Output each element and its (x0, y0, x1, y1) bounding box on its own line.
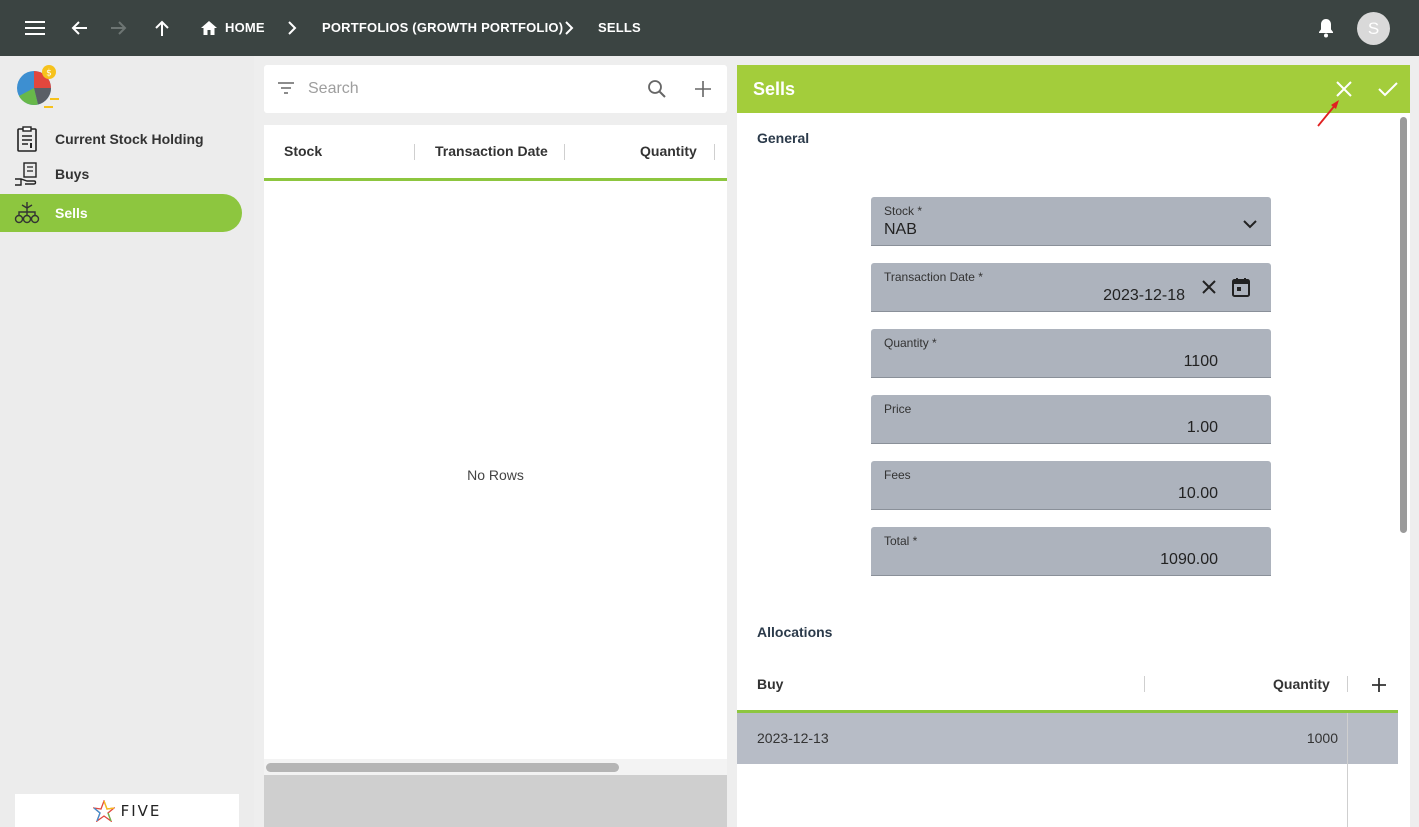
form-title: Sells (753, 79, 796, 99)
sidebar-item-current-stock-holding[interactable]: Current Stock Holding (0, 120, 242, 158)
alloc-quantity-cell: 1000 (1306, 730, 1338, 746)
home-icon[interactable] (193, 12, 225, 44)
field-label: Quantity * (884, 336, 937, 350)
five-logo-text: FIVE (120, 801, 162, 820)
total-value: 1090.00 (1160, 551, 1218, 568)
column-separator[interactable] (714, 144, 715, 160)
allocations-grid-header: Buy Quantity (737, 665, 1398, 713)
chevron-down-icon[interactable] (1243, 216, 1257, 234)
sidebar-item-buys[interactable]: Buys (0, 155, 242, 193)
save-check-icon[interactable] (1374, 75, 1402, 103)
back-arrow-icon[interactable] (63, 12, 95, 44)
form-header: Sells (737, 65, 1410, 113)
clear-date-icon[interactable] (1202, 280, 1216, 299)
price-field[interactable]: Price 1.00 (871, 395, 1271, 444)
field-label: Fees (884, 468, 911, 482)
stock-select[interactable]: Stock * NAB (871, 197, 1271, 246)
fees-value: 10.00 (1177, 485, 1218, 502)
transaction-date-field[interactable]: Transaction Date * 2023-12-18 (871, 263, 1271, 312)
sidebar-item-sells[interactable]: Sells (0, 194, 242, 232)
quantity-value: 1100 (1183, 353, 1218, 370)
up-arrow-icon[interactable] (146, 12, 178, 44)
grid-header: Stock Transaction Date Quantity (264, 125, 727, 181)
sidebar-item-label: Current Stock Holding (55, 131, 204, 147)
add-icon[interactable] (694, 80, 712, 103)
column-separator[interactable] (414, 144, 415, 160)
column-separator[interactable] (564, 144, 565, 160)
section-title-general: General (757, 130, 810, 146)
clipboard-chart-icon (14, 126, 40, 152)
field-label: Price (884, 402, 912, 416)
empty-state-text: No Rows (467, 467, 524, 483)
sidebar-item-label: Buys (55, 166, 90, 182)
chevron-right-icon (276, 12, 308, 44)
app-logo-icon: $ (14, 64, 62, 112)
five-logo-icon (92, 799, 115, 822)
field-label: Total * (884, 534, 918, 548)
vertical-scrollbar[interactable] (1400, 117, 1407, 533)
sidebar: $ Current Stock Holding Buys Sells FIVE (0, 56, 254, 827)
field-label: Transaction Date * (884, 270, 983, 284)
top-bar: HOME PORTFOLIOS (GROWTH PORTFOLIO) SELLS… (0, 0, 1419, 56)
sidebar-item-label: Sells (55, 205, 88, 221)
chevron-right-icon (553, 12, 585, 44)
section-title-allocations: Allocations (757, 624, 833, 640)
price-value: 1.00 (1186, 419, 1218, 436)
column-header-stock[interactable]: Stock (284, 143, 322, 159)
horizontal-scrollbar[interactable] (264, 759, 727, 775)
grid-footer-area (264, 775, 727, 827)
scrollbar-thumb[interactable] (266, 763, 619, 772)
column-separator[interactable] (1144, 676, 1145, 692)
fees-field[interactable]: Fees 10.00 (871, 461, 1271, 510)
search-input[interactable]: Search (308, 80, 359, 98)
table-row[interactable]: 2023-12-13 1000 (737, 713, 1398, 764)
total-field[interactable]: Total * 1090.00 (871, 527, 1271, 576)
breadcrumb-home[interactable]: HOME (225, 20, 265, 35)
annotation-arrow-icon (1317, 100, 1339, 127)
avatar[interactable]: S (1357, 12, 1390, 45)
column-divider (1347, 713, 1348, 827)
breadcrumb-sells[interactable]: SELLS (598, 20, 641, 35)
svg-text:$: $ (46, 69, 52, 79)
stock-value: NAB (884, 221, 917, 238)
column-separator[interactable] (1347, 676, 1348, 692)
money-tree-icon (14, 200, 40, 226)
add-allocation-icon[interactable] (1371, 677, 1387, 698)
alloc-buy-cell: 2023-12-13 (757, 730, 829, 746)
filter-icon[interactable] (277, 81, 295, 100)
transaction-date-value: 2023-12-18 (1103, 287, 1185, 304)
bell-icon[interactable] (1310, 12, 1342, 44)
breadcrumb-portfolio[interactable]: PORTFOLIOS (GROWTH PORTFOLIO) (322, 20, 563, 35)
column-header-buy[interactable]: Buy (757, 676, 783, 692)
hamburger-menu-icon[interactable] (19, 12, 51, 44)
search-bar: Search (264, 65, 727, 113)
quantity-field[interactable]: Quantity * 1100 (871, 329, 1271, 378)
field-label: Stock * (884, 204, 923, 218)
column-header-quantity[interactable]: Quantity (1273, 676, 1330, 692)
column-header-transaction-date[interactable]: Transaction Date (435, 143, 548, 159)
records-grid: Stock Transaction Date Quantity No Rows (264, 125, 727, 827)
column-header-quantity[interactable]: Quantity (640, 143, 697, 159)
five-logo: FIVE (15, 794, 239, 827)
search-icon[interactable] (647, 79, 667, 104)
forward-arrow-icon[interactable] (103, 12, 135, 44)
hand-money-icon (14, 161, 40, 187)
sells-form: Sells General Stock * NAB Transaction Da… (737, 65, 1410, 827)
calendar-icon[interactable] (1232, 277, 1250, 302)
